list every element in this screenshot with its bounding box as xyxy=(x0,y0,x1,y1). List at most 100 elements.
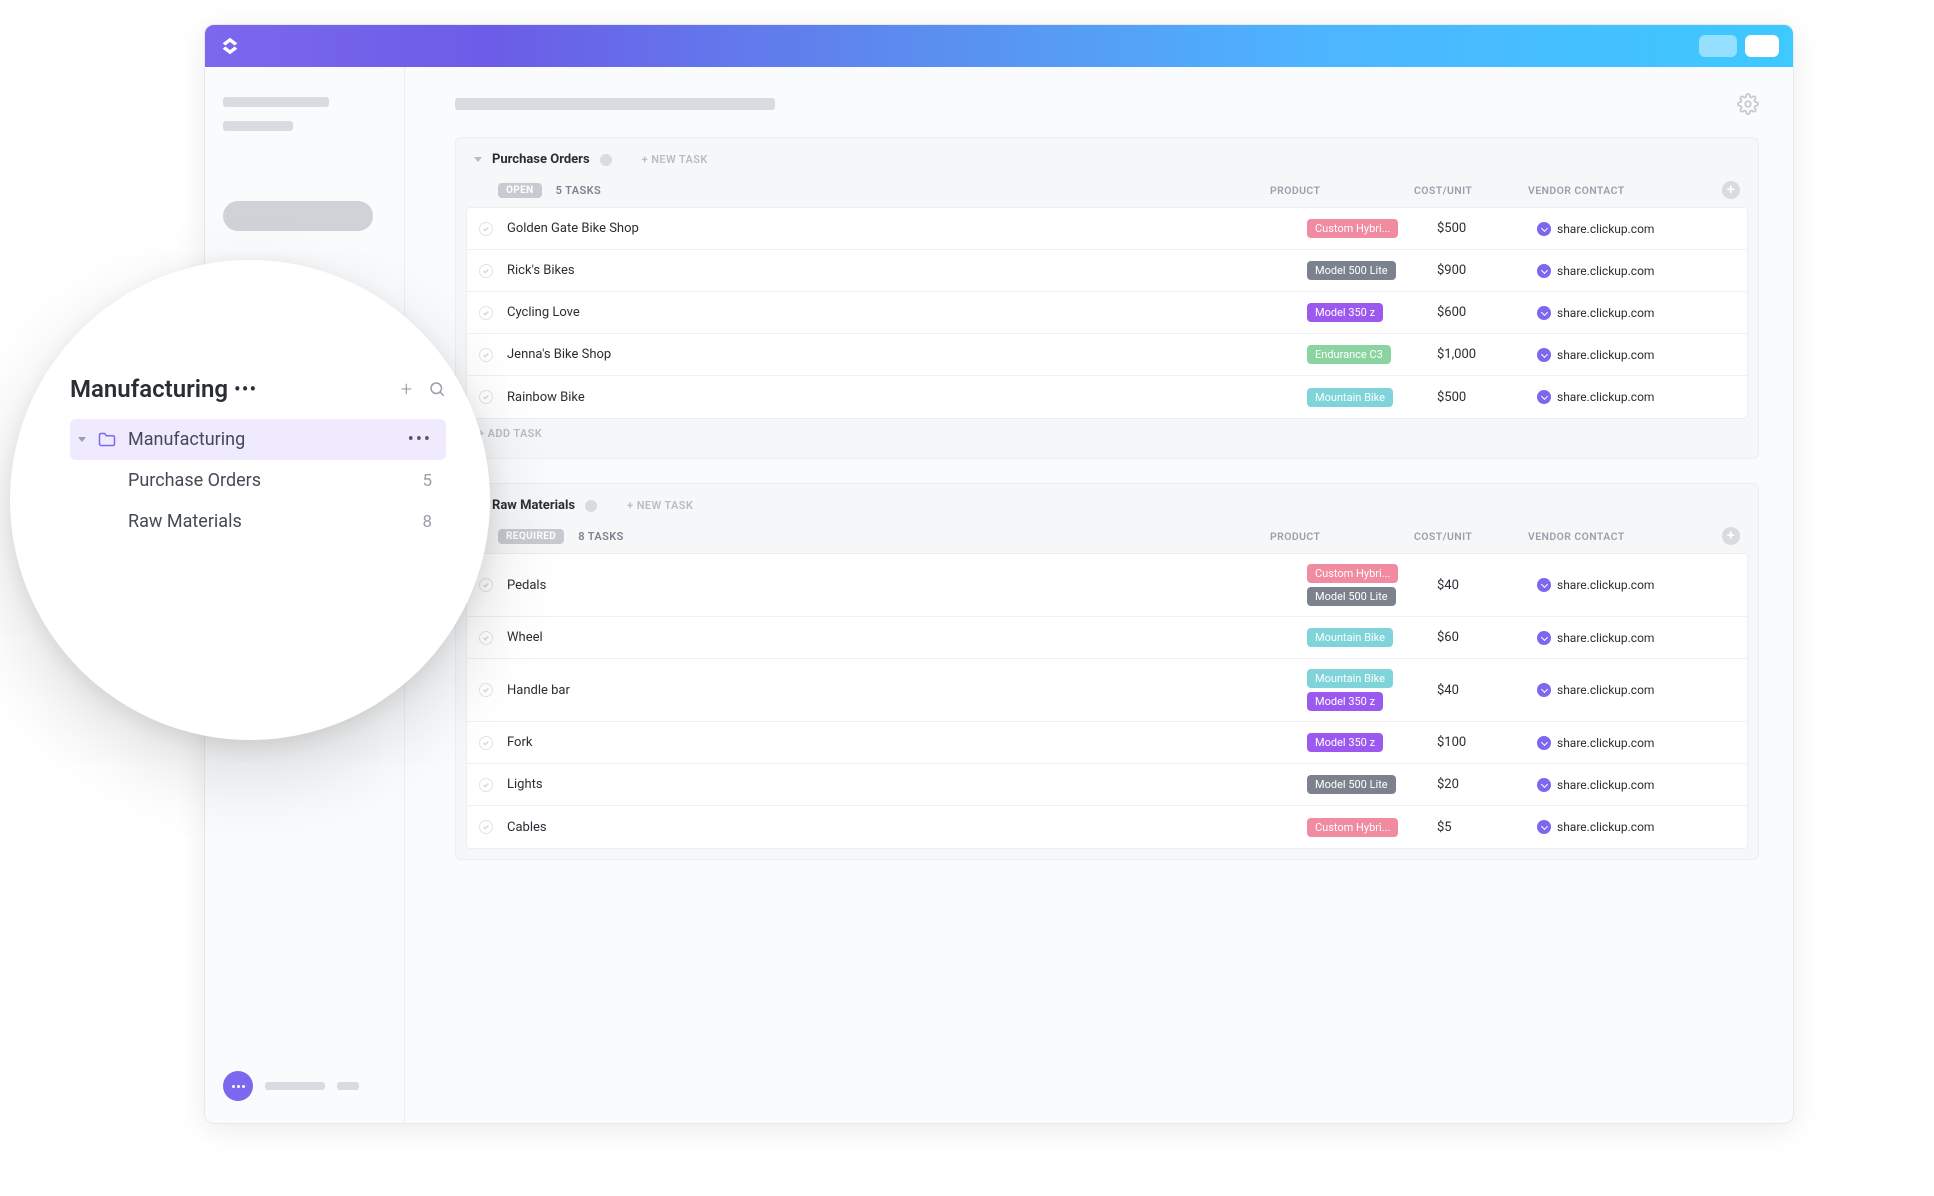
complete-toggle[interactable] xyxy=(479,390,493,404)
task-row[interactable]: Wheel Mountain Bike $60 share.clickup.co… xyxy=(467,617,1747,659)
col-cost[interactable]: COST/UNIT xyxy=(1414,530,1514,543)
vendor-link[interactable]: share.clickup.com xyxy=(1557,578,1654,592)
product-tag[interactable]: Model 350 z xyxy=(1307,692,1383,711)
task-name[interactable]: Wheel xyxy=(507,630,1307,645)
add-space-item-button[interactable]: + xyxy=(401,377,412,401)
vendor-link[interactable]: share.clickup.com xyxy=(1557,778,1654,792)
folder-item-manufacturing[interactable]: Manufacturing ••• xyxy=(70,419,446,460)
task-row[interactable]: Rick's Bikes Model 500 Lite $900 share.c… xyxy=(467,250,1747,292)
complete-toggle[interactable] xyxy=(479,306,493,320)
cost-cell[interactable]: $500 xyxy=(1437,221,1537,236)
vendor-cell[interactable]: share.clickup.com xyxy=(1537,778,1717,792)
task-row[interactable]: Fork Model 350 z $100 share.clickup.com xyxy=(467,722,1747,764)
vendor-cell[interactable]: share.clickup.com xyxy=(1537,348,1717,362)
product-tag[interactable]: Custom Hybri... xyxy=(1307,564,1398,583)
cost-cell[interactable]: $600 xyxy=(1437,305,1537,320)
col-product[interactable]: PRODUCT xyxy=(1270,184,1400,197)
vendor-link[interactable]: share.clickup.com xyxy=(1557,683,1654,697)
add-task-button[interactable]: + ADD TASK xyxy=(456,419,1758,448)
product-tag[interactable]: Mountain Bike xyxy=(1307,669,1393,688)
chevron-down-icon[interactable] xyxy=(474,157,482,162)
list-item-raw-materials[interactable]: Raw Materials 8 xyxy=(70,501,446,542)
product-tag[interactable]: Mountain Bike xyxy=(1307,628,1393,647)
cost-cell[interactable]: $1,000 xyxy=(1437,347,1537,362)
group-title[interactable]: Purchase Orders xyxy=(492,152,590,167)
search-icon[interactable] xyxy=(428,380,446,398)
product-tag[interactable]: Endurance C3 xyxy=(1307,345,1391,364)
task-row[interactable]: Jenna's Bike Shop Endurance C3 $1,000 sh… xyxy=(467,334,1747,376)
task-row[interactable]: Cables Custom Hybri... $5 share.clickup.… xyxy=(467,806,1747,848)
complete-toggle[interactable] xyxy=(479,736,493,750)
task-name[interactable]: Cycling Love xyxy=(507,305,1307,320)
vendor-cell[interactable]: share.clickup.com xyxy=(1537,306,1717,320)
vendor-link[interactable]: share.clickup.com xyxy=(1557,736,1654,750)
info-icon[interactable] xyxy=(585,500,597,512)
vendor-cell[interactable]: share.clickup.com xyxy=(1537,390,1717,404)
complete-toggle[interactable] xyxy=(479,348,493,362)
col-product[interactable]: PRODUCT xyxy=(1270,530,1400,543)
vendor-link[interactable]: share.clickup.com xyxy=(1557,631,1654,645)
product-tag[interactable]: Custom Hybri... xyxy=(1307,818,1398,837)
vendor-link[interactable]: share.clickup.com xyxy=(1557,306,1654,320)
task-name[interactable]: Golden Gate Bike Shop xyxy=(507,221,1307,236)
product-tag[interactable]: Model 500 Lite xyxy=(1307,775,1396,794)
complete-toggle[interactable] xyxy=(479,778,493,792)
gear-icon[interactable] xyxy=(1737,93,1759,115)
new-task-button[interactable]: + NEW TASK xyxy=(627,499,693,512)
vendor-cell[interactable]: share.clickup.com xyxy=(1537,820,1717,834)
complete-toggle[interactable] xyxy=(479,820,493,834)
list-item-purchase-orders[interactable]: Purchase Orders 5 xyxy=(70,460,446,501)
cost-cell[interactable]: $20 xyxy=(1437,777,1537,792)
task-row[interactable]: Cycling Love Model 350 z $600 share.clic… xyxy=(467,292,1747,334)
product-tag[interactable]: Model 500 Lite xyxy=(1307,587,1396,606)
info-icon[interactable] xyxy=(600,154,612,166)
task-name[interactable]: Lights xyxy=(507,777,1307,792)
space-title[interactable]: Manufacturing xyxy=(70,375,228,403)
titlebar-button-b[interactable] xyxy=(1745,35,1779,57)
cost-cell[interactable]: $900 xyxy=(1437,263,1537,278)
sidebar-search[interactable] xyxy=(223,201,373,231)
new-task-button[interactable]: + NEW TASK xyxy=(642,153,708,166)
cost-cell[interactable]: $500 xyxy=(1437,390,1537,405)
titlebar-button-a[interactable] xyxy=(1699,35,1737,57)
task-name[interactable]: Rainbow Bike xyxy=(507,390,1307,405)
task-name[interactable]: Fork xyxy=(507,735,1307,750)
complete-toggle[interactable] xyxy=(479,264,493,278)
task-row[interactable]: Handle bar Mountain BikeModel 350 z $40 … xyxy=(467,659,1747,722)
cost-cell[interactable]: $40 xyxy=(1437,683,1537,698)
add-column-button[interactable]: + xyxy=(1722,527,1740,545)
add-column-button[interactable]: + xyxy=(1722,181,1740,199)
cost-cell[interactable]: $100 xyxy=(1437,735,1537,750)
col-vendor[interactable]: VENDOR CONTACT xyxy=(1528,530,1708,543)
task-name[interactable]: Jenna's Bike Shop xyxy=(507,347,1307,362)
product-tag[interactable]: Custom Hybri... xyxy=(1307,219,1398,238)
product-tag[interactable]: Mountain Bike xyxy=(1307,388,1393,407)
vendor-cell[interactable]: share.clickup.com xyxy=(1537,736,1717,750)
cost-cell[interactable]: $40 xyxy=(1437,578,1537,593)
task-name[interactable]: Cables xyxy=(507,820,1307,835)
status-badge[interactable]: REQUIRED xyxy=(498,529,564,544)
complete-toggle[interactable] xyxy=(479,578,493,592)
vendor-link[interactable]: share.clickup.com xyxy=(1557,820,1654,834)
task-row[interactable]: Rainbow Bike Mountain Bike $500 share.cl… xyxy=(467,376,1747,418)
vendor-link[interactable]: share.clickup.com xyxy=(1557,390,1654,404)
task-row[interactable]: Pedals Custom Hybri... Model 500 Lite $40… xyxy=(467,554,1747,617)
col-cost[interactable]: COST/UNIT xyxy=(1414,184,1514,197)
product-tag[interactable]: Model 500 Lite xyxy=(1307,261,1396,280)
chat-button[interactable] xyxy=(223,1071,253,1101)
product-tag[interactable]: Model 350 z xyxy=(1307,303,1383,322)
vendor-link[interactable]: share.clickup.com xyxy=(1557,348,1654,362)
product-tag[interactable]: Model 350 z xyxy=(1307,733,1383,752)
task-name[interactable]: Pedals xyxy=(507,578,1307,593)
complete-toggle[interactable] xyxy=(479,683,493,697)
vendor-link[interactable]: share.clickup.com xyxy=(1557,264,1654,278)
vendor-cell[interactable]: share.clickup.com xyxy=(1537,631,1717,645)
cost-cell[interactable]: $60 xyxy=(1437,630,1537,645)
status-badge[interactable]: OPEN xyxy=(498,183,542,198)
cost-cell[interactable]: $5 xyxy=(1437,820,1537,835)
vendor-cell[interactable]: share.clickup.com xyxy=(1537,222,1717,236)
vendor-cell[interactable]: share.clickup.com xyxy=(1537,578,1717,592)
complete-toggle[interactable] xyxy=(479,631,493,645)
task-row[interactable]: Lights Model 500 Lite $20 share.clickup.… xyxy=(467,764,1747,806)
col-vendor[interactable]: VENDOR CONTACT xyxy=(1528,184,1708,197)
